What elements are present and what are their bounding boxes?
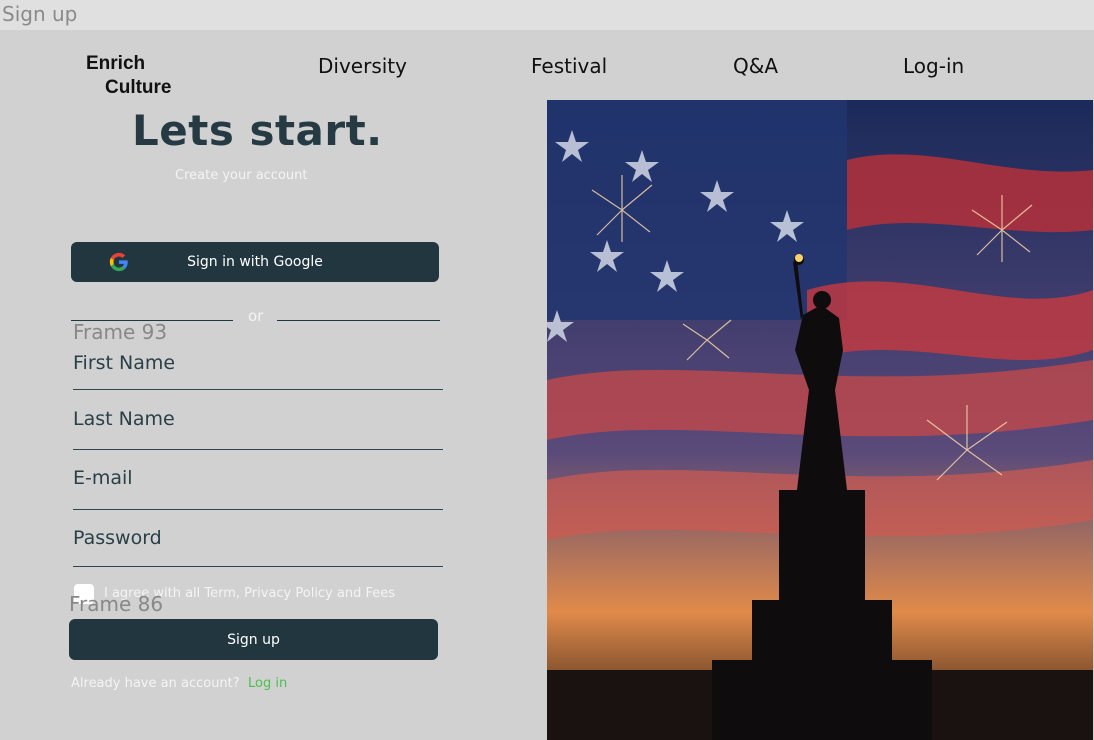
google-signin-label: Sign in with Google (187, 254, 323, 270)
nav-login[interactable]: Log-in (903, 54, 964, 78)
nav-festival[interactable]: Festival (531, 54, 607, 78)
logo[interactable]: Enrich Culture (86, 52, 172, 100)
hero-image (547, 100, 1093, 740)
email-field[interactable]: E-mail (73, 467, 443, 510)
signup-canvas: Enrich Culture Diversity Festival Q&A Lo… (0, 30, 1094, 740)
frame-86-label: Frame 86 (69, 592, 164, 616)
login-link[interactable]: Log in (248, 676, 287, 691)
divider-right (277, 320, 440, 321)
signup-button[interactable]: Sign up (69, 619, 438, 660)
page-subtitle: Create your account (175, 168, 308, 183)
last-name-field[interactable]: Last Name (73, 408, 443, 450)
divider-or: or (248, 307, 264, 325)
logo-line-2: Culture (105, 77, 172, 98)
frame-title: Sign up (2, 2, 78, 26)
google-signin-button[interactable]: Sign in with Google (71, 242, 439, 282)
nav-diversity[interactable]: Diversity (318, 54, 407, 78)
google-icon (109, 252, 128, 272)
page-title: Lets start. (132, 106, 383, 155)
frame-93-label: Frame 93 (73, 320, 168, 344)
nav-qa[interactable]: Q&A (733, 54, 778, 78)
account-prompt: Already have an account? (71, 676, 240, 691)
first-name-field[interactable]: First Name (73, 352, 443, 390)
logo-line-1: Enrich (86, 53, 146, 74)
password-field[interactable]: Password (73, 527, 443, 567)
